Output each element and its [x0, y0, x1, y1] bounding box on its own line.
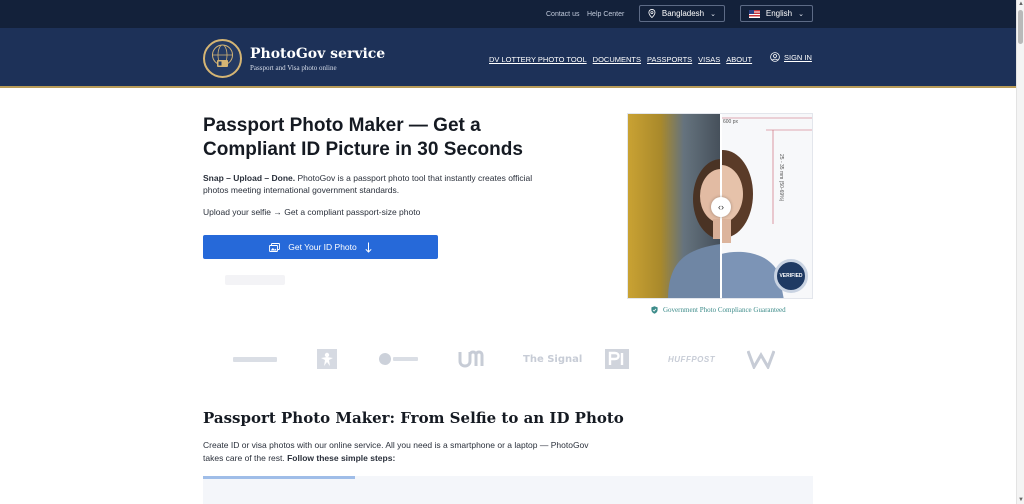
scroll-down-icon[interactable]: ▼ — [1018, 497, 1024, 503]
press-logo-the-signal: The Signal — [523, 353, 583, 365]
nav-item-documents[interactable]: DOCUMENTS — [593, 55, 641, 64]
language-label: English — [765, 9, 793, 18]
hero-steps: Upload your selfie → Get a compliant pas… — [203, 207, 421, 217]
press-logo-3 — [378, 348, 418, 370]
hero-description: Snap – Upload – Done. PhotoGov is a pass… — [203, 172, 533, 196]
section-description: Create ID or visa photos with our online… — [203, 439, 593, 465]
brand-name[interactable]: PhotoGov service — [250, 46, 385, 62]
steps-panel — [203, 476, 813, 504]
press-logo-huffpost: HUFFPOST — [668, 354, 716, 364]
get-id-photo-button[interactable]: Get Your ID Photo — [203, 235, 438, 259]
hero-desc-bold: Snap – Upload – Done. — [203, 173, 296, 183]
guarantee-text: Government Photo Compliance Guaranteed — [663, 306, 786, 314]
brand-tagline: Passport and Visa photo online — [250, 64, 337, 72]
nav-item-visas[interactable]: VISAS — [698, 55, 720, 64]
press-logo-8 — [747, 348, 775, 370]
comparison-slider-handle[interactable]: ‹ › — [711, 197, 731, 217]
page-scrollbar[interactable]: ▲ ▼ — [1016, 0, 1024, 504]
width-measurement: 600 px — [723, 119, 739, 125]
verified-badge: VERIFIED — [774, 259, 808, 293]
faded-placeholder — [225, 275, 285, 285]
nav-item-passports[interactable]: PASSPORTS — [647, 55, 692, 64]
country-select[interactable]: Bangladesh ⌄ — [639, 5, 725, 22]
us-flag-icon — [749, 9, 760, 18]
shield-check-icon — [651, 306, 658, 314]
help-center-link[interactable]: Help Center — [587, 11, 624, 18]
nav-item-about[interactable]: ABOUT — [726, 55, 752, 64]
sign-in-link[interactable]: SIGN IN — [770, 52, 812, 62]
section-desc-bold: Follow these simple steps: — [287, 453, 396, 463]
compliance-guarantee: Government Photo Compliance Guaranteed — [651, 306, 786, 314]
arrow-down-icon — [365, 242, 372, 253]
photos-icon — [269, 242, 281, 252]
logo-emblem[interactable] — [203, 39, 242, 78]
chevron-down-icon: ⌄ — [710, 10, 716, 18]
sign-in-label: SIGN IN — [784, 52, 812, 62]
press-logo-1 — [233, 348, 277, 370]
contact-us-link[interactable]: Contact us — [546, 11, 579, 18]
globe-id-icon — [212, 44, 233, 67]
section-desc-rest: Create ID or visa photos with our online… — [203, 440, 589, 463]
press-logo-2 — [317, 348, 337, 370]
steps-progress-bar — [203, 476, 355, 479]
location-pin-icon — [648, 9, 656, 18]
country-label: Bangladesh — [661, 9, 705, 18]
press-logo-6 — [605, 348, 629, 370]
user-icon — [770, 52, 780, 62]
scrollbar-thumb[interactable] — [1018, 10, 1023, 44]
before-after-comparison[interactable]: ‹ › 600 px 25 - 35 mm (50-69%) VERIFIED — [627, 113, 813, 299]
top-utility-bar: Contact us Help Center Bangladesh ⌄ Engl… — [0, 0, 1016, 28]
nav-item-dv-lottery[interactable]: DV LOTTERY PHOTO TOOL — [489, 55, 587, 64]
cta-label: Get Your ID Photo — [288, 242, 357, 252]
chevron-down-icon: ⌄ — [798, 10, 804, 18]
hero-title: Passport Photo Maker — Get a Compliant I… — [203, 114, 563, 162]
original-selfie-image — [628, 114, 749, 298]
scroll-up-icon[interactable]: ▲ — [1018, 1, 1024, 7]
press-logo-4 — [458, 348, 486, 370]
hero-title-bold: Passport Photo Maker — [203, 115, 404, 136]
site-header: PhotoGov service Passport and Visa photo… — [0, 28, 1016, 88]
section-title: Passport Photo Maker: From Selfie to an … — [203, 409, 624, 427]
height-measurement: 25 - 35 mm (50-69%) — [778, 154, 784, 202]
main-nav: DV LOTTERY PHOTO TOOL DOCUMENTS PASSPORT… — [489, 55, 752, 64]
language-select[interactable]: English ⌄ — [740, 5, 813, 22]
chevron-right-icon: › — [721, 202, 724, 212]
